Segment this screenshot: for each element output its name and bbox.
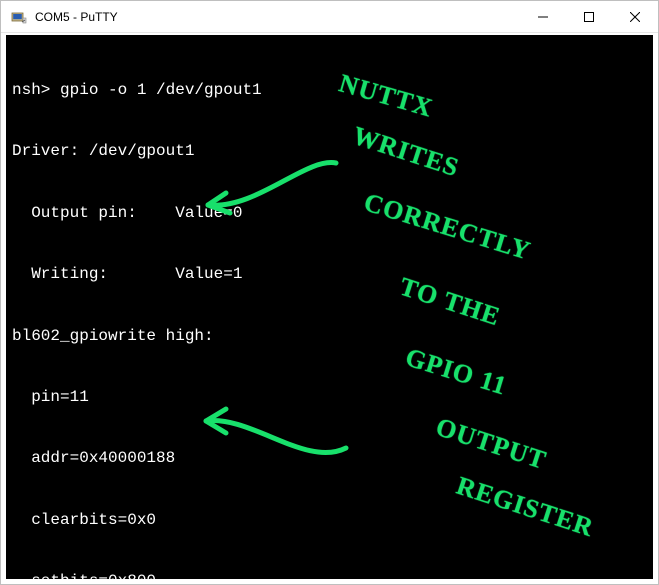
terminal-line: setbits=0x800	[12, 571, 647, 584]
maximize-button[interactable]	[566, 1, 612, 32]
handwritten-annotation-layer: NUTTX WRITES CORRECTLY TO THE GPIO 11 OU…	[6, 35, 653, 579]
putty-window: COM5 - PuTTY nsh> gpio -o 1 /dev/gpout1 …	[0, 0, 659, 585]
terminal-line: pin=11	[12, 387, 647, 407]
titlebar[interactable]: COM5 - PuTTY	[1, 1, 658, 33]
handwritten-text: REGISTER	[452, 469, 598, 545]
minimize-button[interactable]	[520, 1, 566, 32]
putty-icon	[9, 7, 29, 27]
close-button[interactable]	[612, 1, 658, 32]
window-title: COM5 - PuTTY	[35, 10, 520, 24]
terminal-line: Writing: Value=1	[12, 264, 647, 284]
terminal-line: addr=0x40000188	[12, 448, 647, 468]
terminal-line: clearbits=0x0	[12, 510, 647, 530]
terminal-line: Driver: /dev/gpout1	[12, 141, 647, 161]
terminal-line: Output pin: Value=0	[12, 203, 647, 223]
terminal-line: nsh> gpio -o 1 /dev/gpout1	[12, 80, 647, 100]
window-controls	[520, 1, 658, 32]
terminal-line: bl602_gpiowrite high:	[12, 326, 647, 346]
terminal-area[interactable]: nsh> gpio -o 1 /dev/gpout1 Driver: /dev/…	[1, 33, 658, 584]
handwritten-text: CORRECTLY	[360, 185, 535, 267]
